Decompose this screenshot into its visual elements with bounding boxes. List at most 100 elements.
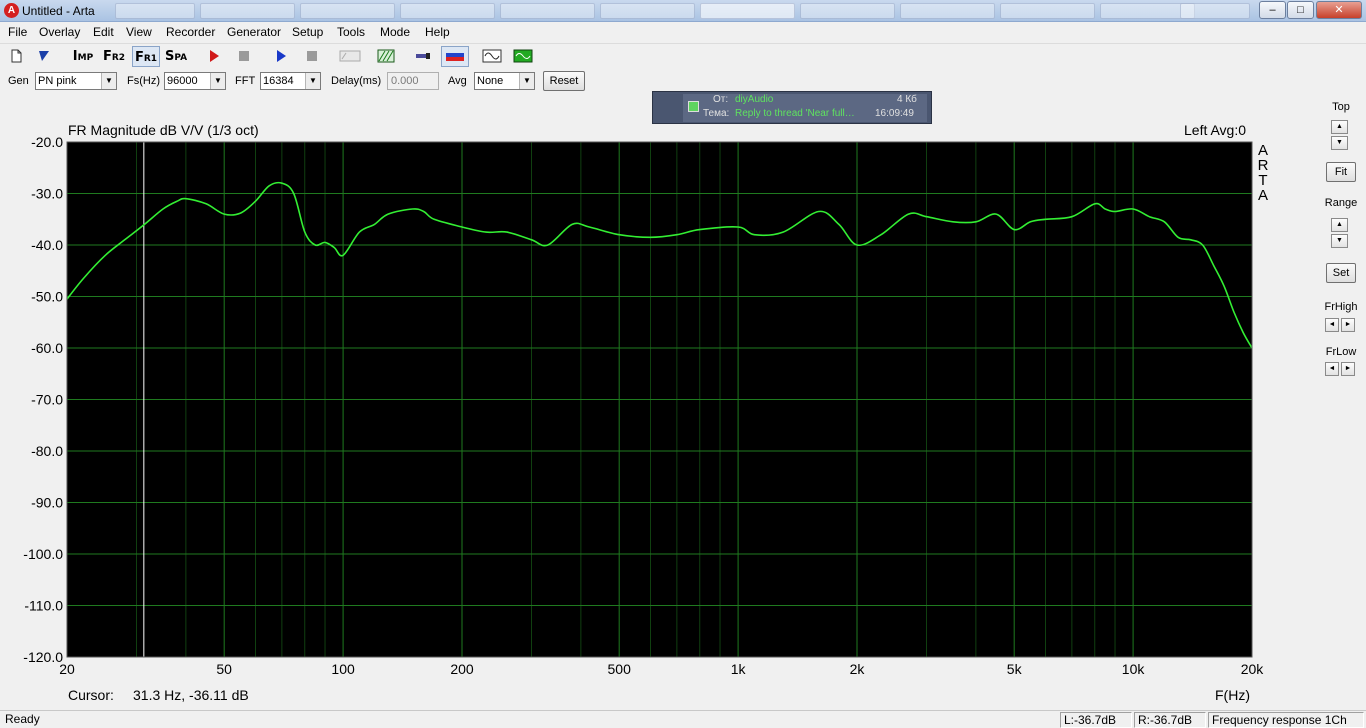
notification-from-label: От: xyxy=(713,94,729,105)
impulse-mode-button[interactable]: IMP xyxy=(70,46,96,67)
chevron-down-icon: ▼ xyxy=(101,73,116,89)
frlow-label: FrLow xyxy=(1325,346,1357,358)
menu-setup[interactable]: Setup xyxy=(292,25,323,39)
fr2-mode-button[interactable]: FR2 xyxy=(101,46,127,67)
y-tick-label: -80.0 xyxy=(31,443,63,459)
y-tick-label: -40.0 xyxy=(31,237,63,253)
sample-rate-select[interactable]: 96000 ▼ xyxy=(164,72,226,90)
menu-edit[interactable]: Edit xyxy=(93,25,114,39)
generator-play-icon[interactable] xyxy=(270,46,292,67)
maximize-button[interactable]: □ xyxy=(1287,1,1314,19)
fr1-mode-button[interactable]: FR1 xyxy=(132,46,160,67)
avg-label: Avg xyxy=(448,75,467,87)
y-tick-label: -120.0 xyxy=(23,649,63,665)
menu-tools[interactable]: Tools xyxy=(337,25,365,39)
title-bar: A Untitled - Arta – □ ✕ xyxy=(0,0,1366,22)
frlow-right-arrow-icon[interactable]: ► xyxy=(1341,362,1355,376)
background-tab xyxy=(800,3,895,19)
y-tick-label: -70.0 xyxy=(31,392,63,408)
status-ready: Ready xyxy=(5,712,40,726)
window-title: Untitled - Arta xyxy=(22,4,95,18)
sine-wave-icon[interactable] xyxy=(479,46,505,67)
new-file-icon[interactable] xyxy=(5,46,27,67)
gen-label: Gen xyxy=(8,75,29,87)
toolbar: IMP FR2 FR1 SPA xyxy=(0,43,1366,68)
frlow-left-arrow-icon[interactable]: ◄ xyxy=(1325,362,1339,376)
hatch-window-icon[interactable] xyxy=(375,46,397,67)
fft-label: FFT xyxy=(235,75,256,87)
close-button[interactable]: ✕ xyxy=(1316,1,1362,19)
set-button[interactable]: Set xyxy=(1326,263,1356,283)
minimize-button[interactable]: – xyxy=(1259,1,1286,19)
menu-generator[interactable]: Generator xyxy=(227,25,281,39)
fft-size-value: 16384 xyxy=(263,75,294,87)
top-down-arrow-icon[interactable]: ▼ xyxy=(1331,136,1348,150)
measurement-control-bar: Gen PN pink ▼ Fs(Hz) 96000 ▼ FFT 16384 ▼… xyxy=(0,69,1366,93)
checkbox-icon[interactable] xyxy=(688,101,699,112)
menu-mode[interactable]: Mode xyxy=(380,25,410,39)
menu-file[interactable]: File xyxy=(8,25,27,39)
spa-mode-button[interactable]: SPA xyxy=(163,46,189,67)
background-tab xyxy=(900,3,995,19)
notification-size: 4 Кб xyxy=(897,94,917,105)
chevron-down-icon: ▼ xyxy=(305,73,320,89)
open-arrow-icon[interactable] xyxy=(33,46,55,67)
range-up-arrow-icon[interactable]: ▲ xyxy=(1331,218,1348,232)
background-tab xyxy=(700,3,795,19)
fs-label: Fs(Hz) xyxy=(127,75,160,87)
frhigh-left-arrow-icon[interactable]: ◄ xyxy=(1325,318,1339,332)
overlay-flag-icon[interactable] xyxy=(441,46,469,67)
generator-stop-icon[interactable] xyxy=(301,46,323,67)
x-tick-label: 100 xyxy=(331,661,355,677)
mail-notification-popup[interactable]: От: diyAudio 4 Кб Тема: Reply to thread … xyxy=(652,91,932,124)
background-tab xyxy=(200,3,295,19)
range-down-arrow-icon[interactable]: ▼ xyxy=(1331,234,1348,248)
menu-help[interactable]: Help xyxy=(425,25,450,39)
scope-green-icon[interactable] xyxy=(510,46,536,67)
menu-bar: File Overlay Edit View Recorder Generato… xyxy=(0,22,1366,42)
abc-disabled-icon xyxy=(336,46,364,67)
fft-size-select[interactable]: 16384 ▼ xyxy=(260,72,321,90)
frhigh-right-arrow-icon[interactable]: ► xyxy=(1341,318,1355,332)
right-level-indicator: R:-36.7dB xyxy=(1134,712,1206,728)
generator-select-value: PN pink xyxy=(38,75,77,87)
background-tab xyxy=(1180,3,1250,19)
frequency-response-chart[interactable]: -20.0 -30.0 -40.0 -50.0 -60.0 -70.0 -80.0 -90.0… xyxy=(0,95,1300,707)
probe-icon[interactable] xyxy=(412,46,434,67)
background-tab xyxy=(1000,3,1095,19)
x-tick-label: 20k xyxy=(1241,661,1265,677)
record-play-icon[interactable] xyxy=(203,46,225,67)
averaging-value: None xyxy=(477,75,504,87)
chevron-down-icon: ▼ xyxy=(519,73,534,89)
y-tick-label: -60.0 xyxy=(31,340,63,356)
x-tick-label: 200 xyxy=(450,661,474,677)
cursor-readout: 31.3 Hz, -36.11 dB xyxy=(133,687,249,703)
averaging-select[interactable]: None ▼ xyxy=(474,72,535,90)
delay-label: Delay(ms) xyxy=(331,75,382,87)
reset-button[interactable]: Reset xyxy=(543,71,585,91)
x-tick-label: 1k xyxy=(731,661,747,677)
y-tick-label: -100.0 xyxy=(23,546,63,562)
generator-select[interactable]: PN pink ▼ xyxy=(35,72,117,90)
background-tab xyxy=(115,3,195,19)
frhigh-label: FrHigh xyxy=(1324,301,1358,313)
mode-indicator: Frequency response 1Ch xyxy=(1208,712,1364,728)
range-label: Range xyxy=(1324,197,1358,209)
y-tick-label: -20.0 xyxy=(31,134,63,150)
right-control-panel: Top Range FrHigh FrLow xyxy=(1316,95,1366,708)
fit-button[interactable]: Fit xyxy=(1326,162,1356,182)
y-tick-label: -30.0 xyxy=(31,186,63,202)
top-up-arrow-icon[interactable]: ▲ xyxy=(1331,120,1348,134)
delay-field: 0.000 xyxy=(387,72,439,90)
notification-subject-label: Тема: xyxy=(703,108,730,119)
menu-recorder[interactable]: Recorder xyxy=(166,25,215,39)
y-tick-label: -50.0 xyxy=(31,289,63,305)
background-tab xyxy=(500,3,595,19)
menu-view[interactable]: View xyxy=(126,25,152,39)
background-tab xyxy=(300,3,395,19)
x-axis-label: F(Hz) xyxy=(1215,687,1250,703)
background-tab xyxy=(400,3,495,19)
menu-overlay[interactable]: Overlay xyxy=(39,25,80,39)
record-stop-icon[interactable] xyxy=(233,46,255,67)
sample-rate-value: 96000 xyxy=(167,75,198,87)
